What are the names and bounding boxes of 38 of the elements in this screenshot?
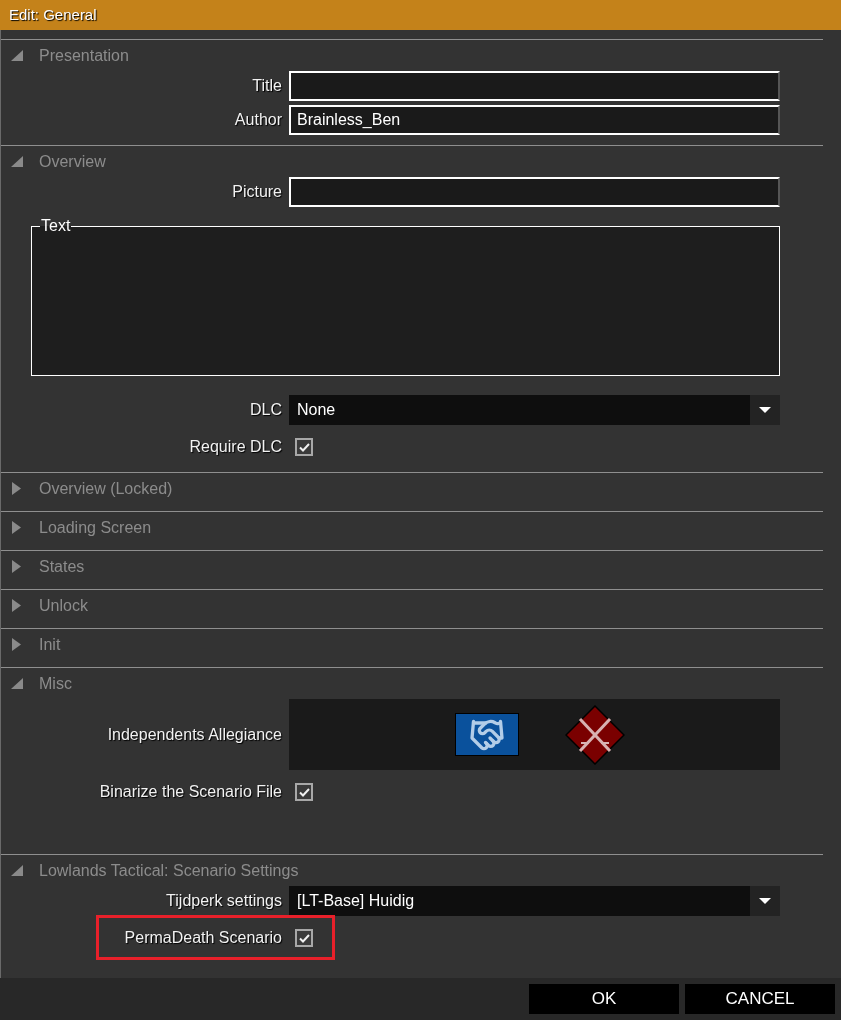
section-header[interactable]: Overview (Locked): [1, 473, 823, 504]
field-label: Tijdperk settings: [165, 891, 283, 911]
field-label: Picture: [231, 182, 283, 202]
field-label: Title: [251, 76, 283, 96]
text-input[interactable]: [289, 177, 780, 207]
dropdown[interactable]: None: [289, 395, 780, 425]
section-header[interactable]: Unlock: [1, 590, 823, 621]
checkbox[interactable]: [295, 438, 313, 456]
field-label: PermaDeath Scenario: [123, 928, 283, 948]
checkbox[interactable]: [295, 783, 313, 801]
text-input[interactable]: [289, 71, 780, 101]
handshake-icon[interactable]: [455, 713, 519, 756]
section-header[interactable]: States: [1, 551, 823, 582]
section-header[interactable]: Loading Screen: [1, 512, 823, 543]
caret-down-icon: [750, 395, 780, 425]
caret-down-icon: [750, 886, 780, 916]
section-header[interactable]: Init: [1, 629, 823, 660]
field-label: Binarize the Scenario File: [98, 782, 283, 802]
window-title: Edit: General: [9, 4, 97, 25]
field-label: Independents Allegiance: [106, 724, 283, 745]
text-input[interactable]: Brainless_Ben: [289, 105, 780, 135]
section-header[interactable]: Lowlands Tactical: Scenario Settings: [1, 855, 823, 886]
checkmark-icon: [298, 442, 310, 452]
field-label: Author: [233, 110, 283, 130]
field-label: Text: [40, 217, 72, 235]
cancel-button[interactable]: CANCEL: [685, 984, 835, 1014]
section-header[interactable]: Misc: [1, 668, 823, 699]
text-area-field[interactable]: Text: [31, 217, 780, 376]
checkmark-icon: [298, 787, 310, 797]
dropdown[interactable]: [LT-Base] Huidig: [289, 886, 780, 916]
crossed-swords-icon[interactable]: [565, 704, 625, 765]
section-header[interactable]: Overview: [1, 146, 823, 177]
checkbox[interactable]: [295, 929, 313, 947]
ok-button[interactable]: OK: [529, 984, 679, 1014]
field-label: DLC: [249, 400, 283, 420]
checkmark-icon: [298, 933, 310, 943]
field-label: Require DLC: [188, 437, 283, 457]
section-header[interactable]: Presentation: [1, 40, 823, 71]
